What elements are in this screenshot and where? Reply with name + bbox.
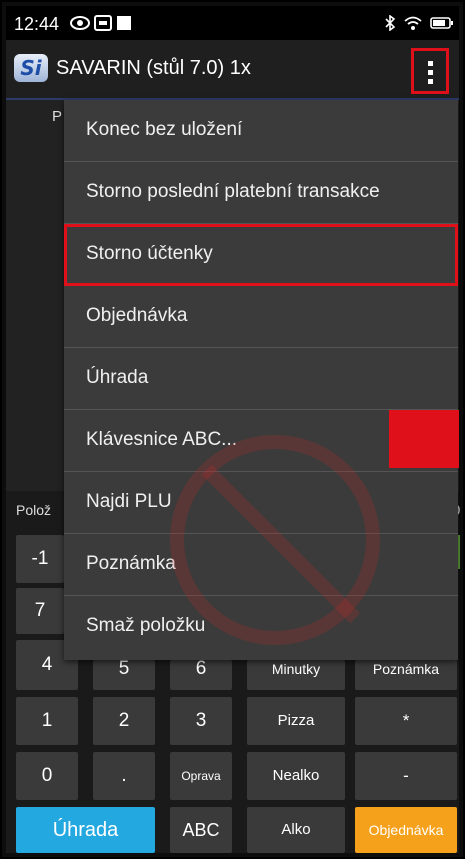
menu-item-storno-uctenky[interactable]: Storno účtenky (64, 224, 458, 286)
key-minutky[interactable]: Minutky (247, 660, 345, 690)
status-bar: 12:44 (6, 6, 459, 40)
key-oprava[interactable]: Oprava (170, 752, 232, 800)
key-asterisk[interactable]: * (355, 697, 457, 745)
key-6[interactable]: 6 (170, 660, 232, 690)
key-3[interactable]: 3 (170, 697, 232, 745)
menu-item-uhrada[interactable]: Úhrada (64, 348, 458, 410)
key-minus[interactable]: - (355, 752, 457, 800)
alko-button[interactable]: Alko (247, 807, 345, 853)
key-0[interactable]: 0 (16, 752, 78, 800)
menu-item-label: Úhrada (86, 367, 149, 388)
menu-item-label: Storno účtenky (86, 243, 213, 264)
red-marker-overlay (389, 410, 459, 468)
app-logo: Si (14, 54, 48, 82)
app-bar: Si SAVARIN (stůl 7.0) 1x (6, 40, 459, 100)
key-poznamka[interactable]: Poznámka (355, 660, 457, 690)
notification-square-icon (117, 15, 131, 36)
more-vertical-icon (428, 61, 433, 66)
key-minus-one[interactable]: -1 (16, 535, 64, 583)
menu-item-label: Smaž položku (86, 615, 206, 636)
eye-icon (70, 15, 90, 36)
page-title: SAVARIN (stůl 7.0) 1x (56, 57, 251, 79)
menu-item-label: Storno poslední platební transakce (86, 181, 380, 202)
cast-icon (94, 15, 112, 36)
key-nealko[interactable]: Nealko (247, 752, 345, 800)
more-vertical-icon-dot (428, 79, 433, 84)
key-2[interactable]: 2 (93, 697, 155, 745)
key-5[interactable]: 5 (93, 660, 155, 690)
overflow-menu-button[interactable] (411, 48, 449, 94)
objednavka-button[interactable]: Objednávka (355, 807, 457, 853)
watermark-stamp (170, 435, 380, 645)
menu-item-storno-platebni-transakce[interactable]: Storno poslední platební transakce (64, 162, 458, 224)
column-header-partial: P (52, 108, 63, 125)
key-1[interactable]: 1 (16, 697, 78, 745)
menu-item-label: Klávesnice ABC... (86, 429, 238, 450)
key-7[interactable]: 7 (16, 588, 64, 634)
status-time: 12:44 (14, 14, 60, 34)
menu-item-label: Poznámka (86, 553, 176, 574)
menu-item-konec-bez-ulozeni[interactable]: Konec bez uložení (64, 100, 458, 162)
polozka-label: Polož (16, 502, 52, 518)
menu-item-objednavka[interactable]: Objednávka (64, 286, 458, 348)
menu-item-label: Objednávka (86, 305, 188, 326)
key-pizza[interactable]: Pizza (247, 697, 345, 745)
uhrada-button[interactable]: Úhrada (16, 807, 155, 853)
bluetooth-icon (384, 14, 396, 36)
abc-button[interactable]: ABC (170, 807, 232, 853)
menu-item-label: Najdi PLU (86, 491, 172, 512)
battery-icon (430, 15, 454, 36)
wifi-icon (404, 15, 422, 36)
key-decimal[interactable]: . (93, 752, 155, 800)
more-vertical-icon-dot (428, 70, 433, 75)
menu-item-label: Konec bez uložení (86, 119, 243, 140)
